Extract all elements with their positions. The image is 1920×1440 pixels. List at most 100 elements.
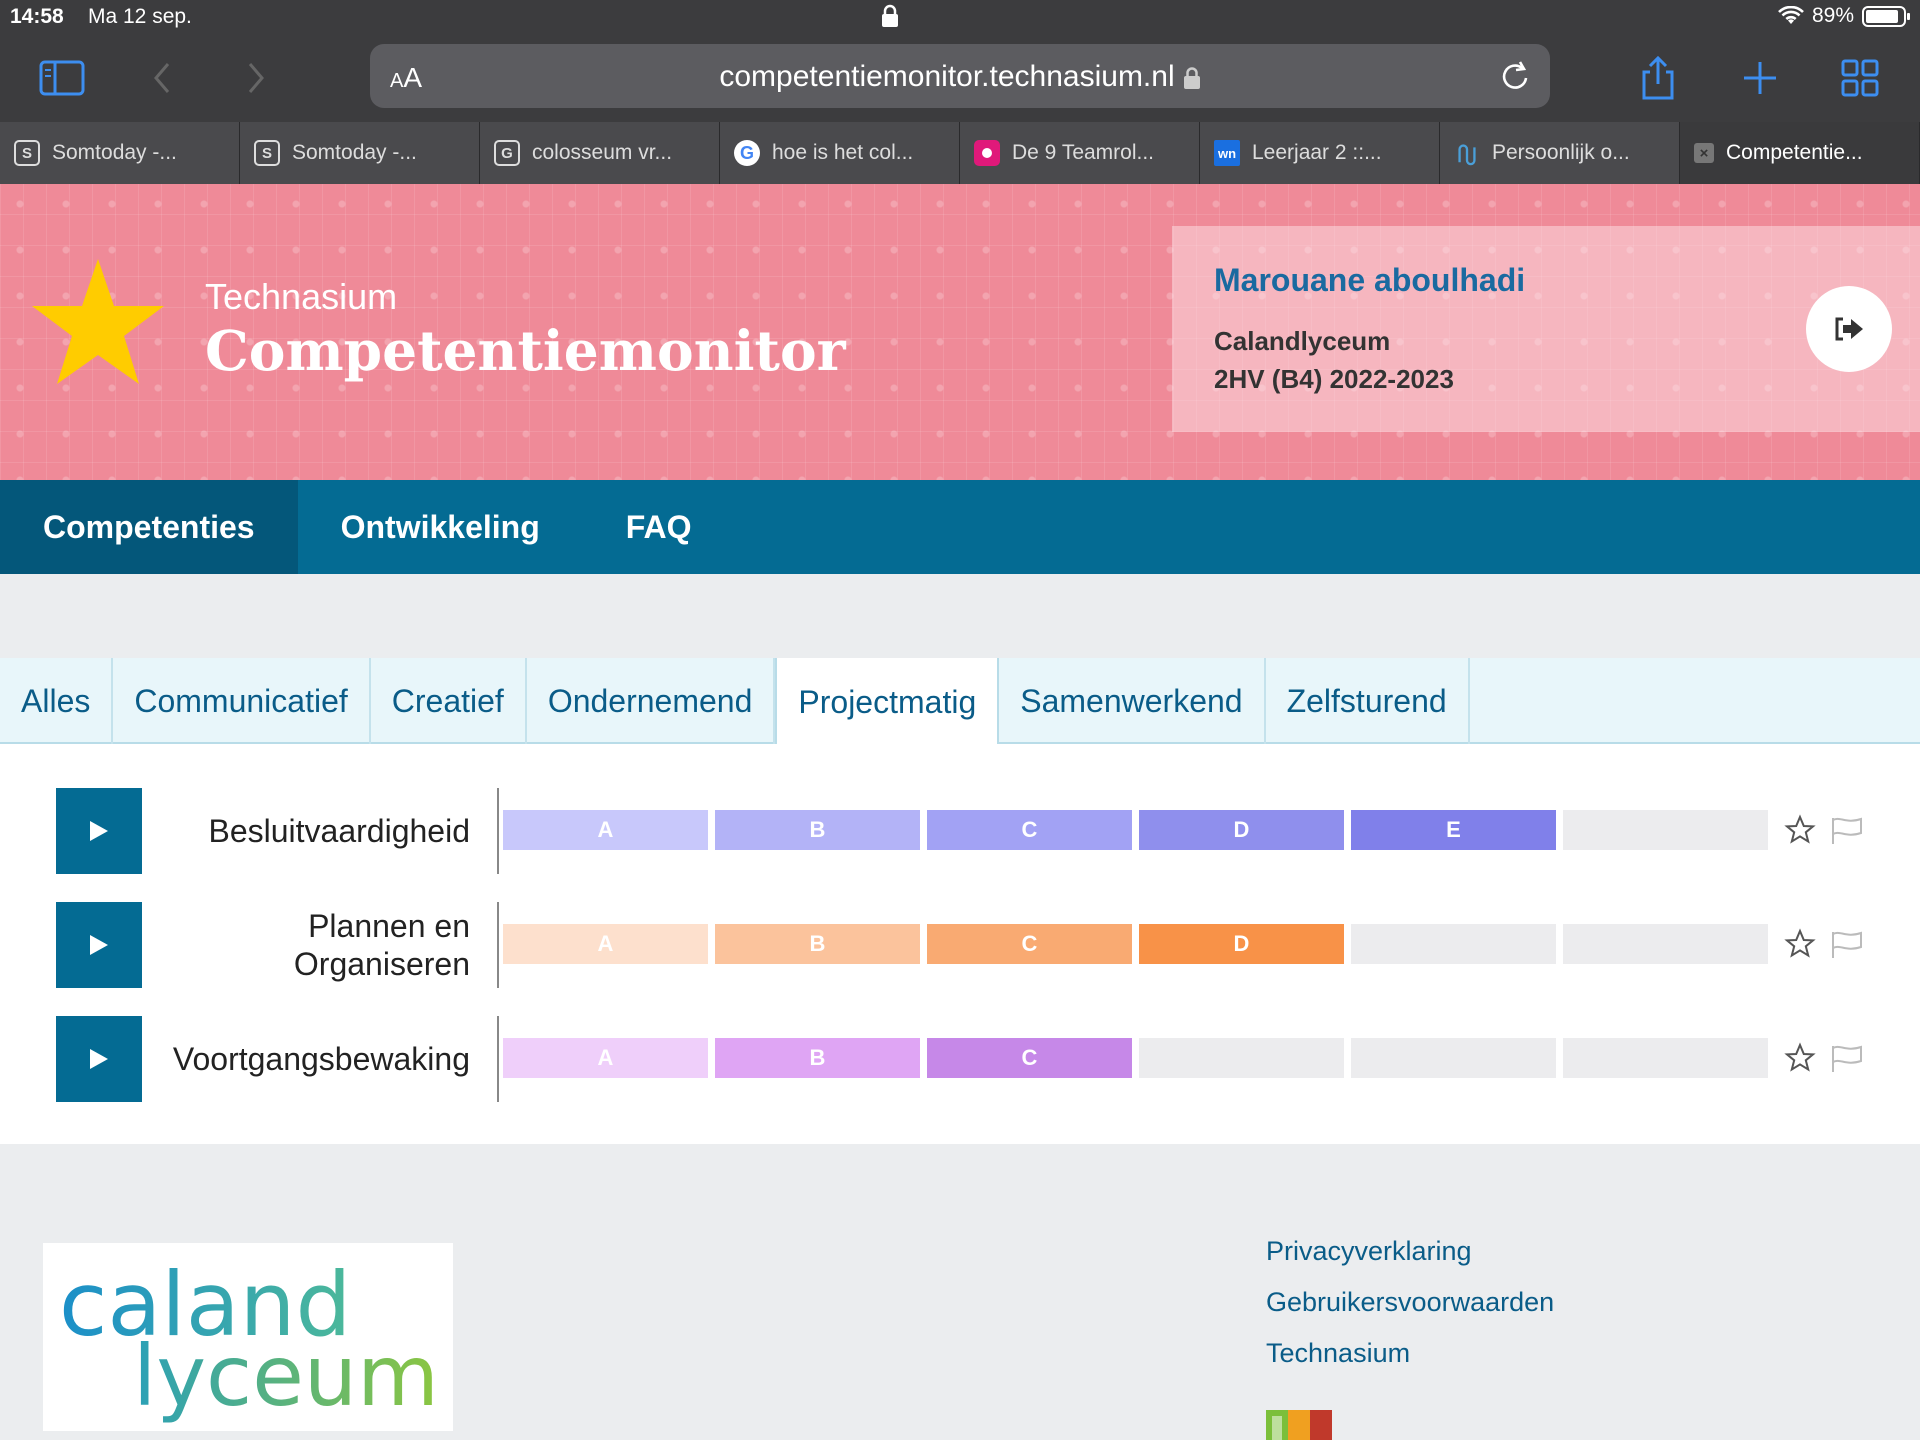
brand-subtitle: Technasium xyxy=(205,276,398,317)
level-bar[interactable]: A xyxy=(503,1038,708,1078)
g-favicon-icon: G xyxy=(494,140,520,166)
competency-row: Voortgangsbewaking A B C xyxy=(0,1016,1920,1102)
tab-ondernemend[interactable]: Ondernemend xyxy=(527,658,776,744)
orientation-lock-icon xyxy=(882,4,898,27)
main-nav: Competenties Ontwikkeling FAQ xyxy=(0,480,1920,574)
level-bar[interactable] xyxy=(1563,1038,1768,1078)
level-bar[interactable]: B xyxy=(715,1038,920,1078)
back-icon[interactable] xyxy=(136,52,188,104)
browser-tab[interactable]: Persoonlijk o... xyxy=(1440,122,1680,184)
play-button[interactable] xyxy=(56,788,142,874)
browser-tab[interactable]: wn Leerjaar 2 ::... xyxy=(1200,122,1440,184)
url-text: competentiemonitor.technasium.nl xyxy=(719,60,1175,93)
browser-tab[interactable]: Ghoe is het col... xyxy=(720,122,960,184)
level-bar[interactable]: C xyxy=(927,924,1132,964)
padlock-icon xyxy=(1183,67,1200,90)
divider xyxy=(497,902,499,988)
logout-icon xyxy=(1835,317,1863,341)
tab-overview-icon[interactable] xyxy=(1834,52,1886,104)
user-name: Marouane aboulhadi xyxy=(1214,262,1526,298)
technasium-link[interactable]: Technasium xyxy=(1266,1338,1554,1369)
flag-icon[interactable] xyxy=(1830,1044,1864,1074)
level-bar[interactable] xyxy=(1563,810,1768,850)
competency-row: Plannen en Organiseren A B C D xyxy=(0,902,1920,988)
address-bar[interactable]: AA competentiemonitor.technasium.nl xyxy=(370,44,1550,108)
browser-tab[interactable]: S Somtoday -... xyxy=(0,122,240,184)
competency-row: Besluitvaardigheid A B C D E xyxy=(0,788,1920,874)
footer-links: Privacyverklaring Gebruikersvoorwaarden … xyxy=(1266,1236,1554,1389)
persoonlijk-favicon-icon xyxy=(1454,140,1480,166)
star-icon[interactable] xyxy=(1784,928,1816,960)
star-icon[interactable] xyxy=(1784,1042,1816,1074)
play-button[interactable] xyxy=(56,902,142,988)
browser-tab[interactable]: De 9 Teamrol... xyxy=(960,122,1200,184)
close-tab-icon[interactable]: × xyxy=(1694,143,1714,163)
calandlyceum-logo[interactable]: caland lyceum xyxy=(43,1243,453,1431)
tab-creatief[interactable]: Creatief xyxy=(371,658,527,744)
privacy-link[interactable]: Privacyverklaring xyxy=(1266,1236,1554,1267)
level-bar[interactable]: A xyxy=(503,924,708,964)
somtoday-favicon-icon: S xyxy=(14,140,40,166)
tab-alles[interactable]: Alles xyxy=(0,658,114,744)
sidebar-toggle-icon[interactable] xyxy=(36,52,88,104)
google-favicon-icon: G xyxy=(734,140,760,166)
play-icon xyxy=(90,935,108,955)
competency-label: Besluitvaardigheid xyxy=(208,813,471,849)
flag-icon[interactable] xyxy=(1830,816,1864,846)
technasium-logo-icon xyxy=(1266,1410,1332,1440)
share-icon[interactable] xyxy=(1632,52,1684,104)
star-logo-icon xyxy=(32,259,164,384)
brand-title[interactable]: Competentiemonitor xyxy=(205,318,846,383)
nav-ontwikkeling[interactable]: Ontwikkeling xyxy=(298,480,583,574)
class-name: 2HV (B4) 2022-2023 xyxy=(1214,364,1454,394)
competency-label: Plannen en Organiseren xyxy=(293,908,470,982)
status-date: Ma 12 sep. xyxy=(88,5,192,28)
nav-competenties[interactable]: Competenties xyxy=(0,480,298,574)
browser-toolbar: AA competentiemonitor.technasium.nl xyxy=(0,34,1920,122)
level-bar[interactable] xyxy=(1563,924,1768,964)
school-name: Calandlyceum xyxy=(1214,326,1391,356)
wn-favicon-icon: wn xyxy=(1214,140,1240,166)
browser-tab-bar: S Somtoday -... S Somtoday -... Gcolosseum… xyxy=(0,122,1920,184)
level-bar[interactable]: D xyxy=(1139,924,1344,964)
wifi-icon xyxy=(1778,6,1804,24)
flag-icon[interactable] xyxy=(1830,930,1864,960)
play-icon xyxy=(90,821,108,841)
level-bar[interactable]: E xyxy=(1351,810,1556,850)
level-bar[interactable]: A xyxy=(503,810,708,850)
level-bar[interactable] xyxy=(1351,924,1556,964)
status-bar: 14:58 Ma 12 sep. 89% xyxy=(0,0,1920,34)
competency-list: Besluitvaardigheid A B C D E Plannen en … xyxy=(0,744,1920,1144)
terms-link[interactable]: Gebruikersvoorwaarden xyxy=(1266,1287,1554,1318)
tab-projectmatig[interactable]: Projectmatig xyxy=(775,658,1000,746)
svg-text:lyceum: lyceum xyxy=(133,1327,439,1425)
new-tab-icon[interactable] xyxy=(1734,52,1786,104)
logout-button[interactable] xyxy=(1806,286,1892,372)
divider xyxy=(497,1016,499,1102)
level-bar[interactable]: B xyxy=(715,924,920,964)
user-panel: Marouane aboulhadi Calandlyceum 2HV (B4)… xyxy=(1172,226,1920,432)
divider xyxy=(497,788,499,874)
tab-samenwerkend[interactable]: Samenwerkend xyxy=(999,658,1266,744)
reload-icon[interactable] xyxy=(1498,58,1532,94)
category-tabs: Alles Communicatief Creatief Ondernemend… xyxy=(0,658,1920,746)
level-bar[interactable]: D xyxy=(1139,810,1344,850)
tab-zelfsturend[interactable]: Zelfsturend xyxy=(1266,658,1470,744)
nav-faq[interactable]: FAQ xyxy=(583,480,735,574)
level-bar[interactable]: B xyxy=(715,810,920,850)
level-bar[interactable] xyxy=(1351,1038,1556,1078)
play-button[interactable] xyxy=(56,1016,142,1102)
star-icon[interactable] xyxy=(1784,814,1816,846)
site-header: Technasium Competentiemonitor Marouane a… xyxy=(0,184,1920,480)
play-icon xyxy=(90,1049,108,1069)
level-bar[interactable] xyxy=(1139,1038,1344,1078)
browser-tab-active[interactable]: × Competentie... xyxy=(1680,122,1920,184)
level-bar[interactable]: C xyxy=(927,810,1132,850)
browser-tab[interactable]: S Somtoday -... xyxy=(240,122,480,184)
tab-communicatief[interactable]: Communicatief xyxy=(113,658,371,744)
browser-tab[interactable]: Gcolosseum vr... xyxy=(480,122,720,184)
competency-label: Voortgangsbewaking xyxy=(172,1041,470,1077)
battery-percentage: 89% xyxy=(1811,4,1854,27)
level-bar[interactable]: C xyxy=(927,1038,1132,1078)
forward-icon[interactable] xyxy=(230,52,282,104)
